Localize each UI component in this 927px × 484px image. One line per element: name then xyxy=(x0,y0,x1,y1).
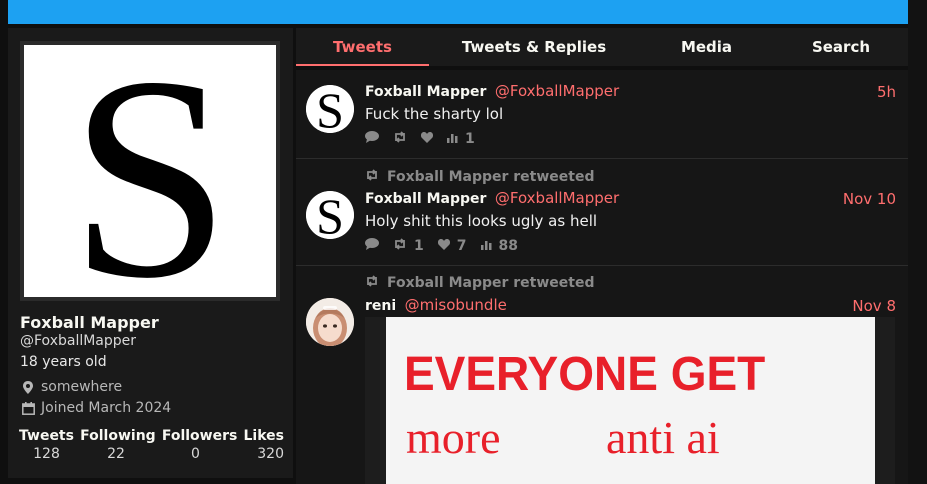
retweet-icon xyxy=(365,275,379,291)
svg-text:S: S xyxy=(316,191,344,239)
profile-avatar[interactable]: S xyxy=(20,41,280,301)
tweet-item[interactable]: Foxball Mapper retweeted reni @misobundl… xyxy=(296,267,908,484)
tweet-date[interactable]: Nov 8 xyxy=(852,297,896,315)
tweet-date[interactable]: Nov 10 xyxy=(843,190,896,208)
reply-button[interactable] xyxy=(365,131,379,147)
profile-handle[interactable]: @FoxballMapper xyxy=(20,333,136,349)
tweet-date[interactable]: 5h xyxy=(877,83,896,101)
tweet-avatar[interactable]: S xyxy=(306,85,354,133)
avatar-letter-s: S xyxy=(69,45,230,297)
retweet-count: 1 xyxy=(414,238,424,254)
retweet-indicator: Foxball Mapper retweeted xyxy=(365,169,595,185)
tweet-header: Foxball Mapper @FoxballMapper xyxy=(365,82,619,100)
reply-icon xyxy=(365,238,379,254)
profile-bio: 18 years old xyxy=(20,354,107,370)
calendar-icon xyxy=(20,401,36,415)
tweet-author-handle[interactable]: @FoxballMapper xyxy=(495,82,619,100)
tweet-item[interactable]: S Foxball Mapper @FoxballMapper 5h Fuck … xyxy=(296,70,908,159)
profile-name: Foxball Mapper xyxy=(20,313,159,332)
stat-value-tweets: 128 xyxy=(33,446,60,462)
like-count: 7 xyxy=(456,238,467,254)
tweet-header: reni @misobundle xyxy=(365,296,507,314)
tweet-actions: 1 xyxy=(365,131,489,147)
stat-label-following[interactable]: Following xyxy=(80,428,156,444)
retweet-icon xyxy=(393,131,407,147)
tweet-text: Fuck the sharty lol xyxy=(365,105,504,123)
svg-text:S: S xyxy=(69,45,230,297)
retweet-label[interactable]: Foxball Mapper retweeted xyxy=(387,275,595,291)
views-count: 1 xyxy=(465,131,475,147)
views-count: 88 xyxy=(498,238,518,254)
views-button[interactable]: 1 xyxy=(447,131,475,147)
top-nav-bar xyxy=(8,0,908,24)
retweet-indicator: Foxball Mapper retweeted xyxy=(365,275,595,291)
like-icon xyxy=(420,131,434,147)
tab-search[interactable]: Search xyxy=(774,28,908,66)
reply-icon xyxy=(365,131,379,147)
tweet-media[interactable]: EVERYONE GET more anti ai xyxy=(365,317,895,484)
tab-tweets-replies[interactable]: Tweets & Replies xyxy=(429,28,639,66)
stat-value-likes: 320 xyxy=(257,446,284,462)
tweet-avatar[interactable]: S xyxy=(306,191,354,239)
tab-media[interactable]: Media xyxy=(639,28,774,66)
tweet-item[interactable]: Foxball Mapper retweeted S Foxball Mappe… xyxy=(296,160,908,266)
scrollbar-track[interactable] xyxy=(908,0,927,484)
profile-location: somewhere xyxy=(20,379,122,395)
tweet-header: Foxball Mapper @FoxballMapper xyxy=(365,189,619,207)
timeline-tabs: Tweets Tweets & Replies Media Search xyxy=(296,28,908,66)
stat-value-following: 22 xyxy=(107,446,125,462)
profile-card: S Foxball Mapper @FoxballMapper 18 years… xyxy=(8,28,293,478)
stat-label-likes[interactable]: Likes xyxy=(244,428,284,444)
stat-value-followers: 0 xyxy=(191,446,200,462)
like-button[interactable]: 7 xyxy=(437,238,467,254)
svg-text:S: S xyxy=(316,85,344,133)
tweet-author-handle[interactable]: @misobundle xyxy=(405,296,507,314)
like-button[interactable] xyxy=(420,131,434,147)
profile-joined: Joined March 2024 xyxy=(20,400,171,416)
media-text-line2b: anti ai xyxy=(606,412,720,463)
retweet-button[interactable] xyxy=(393,131,407,147)
media-text-line1: EVERYONE GET xyxy=(404,346,766,401)
tweet-author-name[interactable]: reni xyxy=(365,298,396,314)
stat-label-followers[interactable]: Followers xyxy=(162,428,238,444)
tweet-author-name[interactable]: Foxball Mapper xyxy=(365,191,486,207)
views-button[interactable]: 88 xyxy=(480,238,518,254)
retweet-icon xyxy=(365,169,379,185)
joined-text: Joined March 2024 xyxy=(41,400,172,416)
views-icon xyxy=(480,238,492,254)
reply-button[interactable] xyxy=(365,238,379,254)
tab-tweets[interactable]: Tweets xyxy=(296,28,429,66)
tweet-avatar-photo[interactable] xyxy=(306,298,354,346)
location-text: somewhere xyxy=(41,379,123,395)
map-pin-icon xyxy=(20,380,36,394)
retweet-label[interactable]: Foxball Mapper retweeted xyxy=(387,169,595,185)
tweet-media-image: EVERYONE GET more anti ai xyxy=(386,317,875,484)
tweet-actions: 1 7 88 xyxy=(365,238,532,254)
views-icon xyxy=(447,131,458,147)
stat-label-tweets[interactable]: Tweets xyxy=(19,428,74,444)
like-icon xyxy=(437,238,450,254)
tweet-author-name[interactable]: Foxball Mapper xyxy=(365,84,486,100)
retweet-button[interactable]: 1 xyxy=(393,238,424,254)
tweet-text: Holy shit this looks ugly as hell xyxy=(365,212,598,230)
tweet-author-handle[interactable]: @FoxballMapper xyxy=(495,189,619,207)
media-text-line2a: more xyxy=(406,412,501,463)
timeline: S Foxball Mapper @FoxballMapper 5h Fuck … xyxy=(296,70,908,484)
retweet-icon xyxy=(393,238,407,254)
profile-stats: Tweets Following Followers Likes 128 22 … xyxy=(19,428,284,462)
